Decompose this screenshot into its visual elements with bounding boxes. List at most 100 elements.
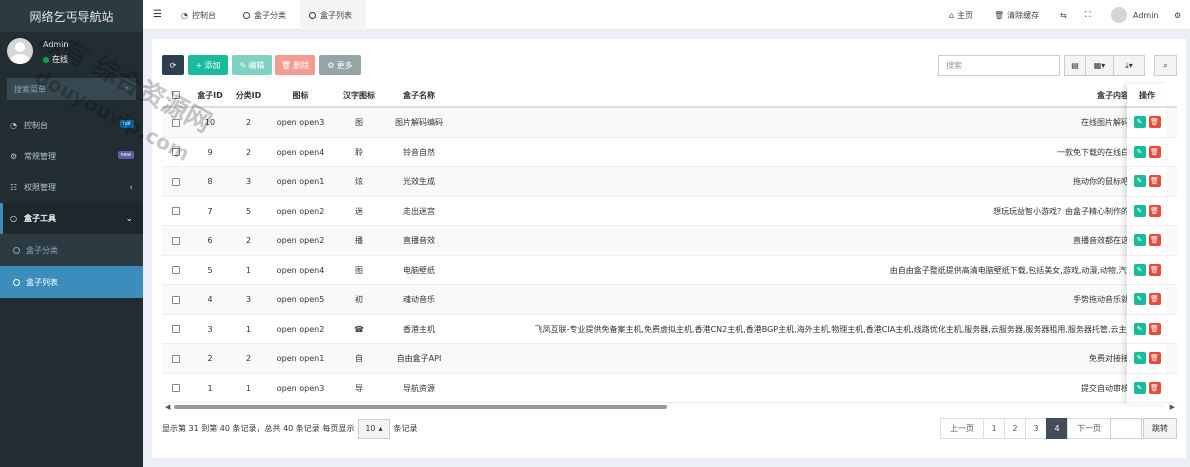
table-row[interactable]: 3 1 open open2 ☎ 香港主机 飞凤互联-专业提供免备案主机,免费虚拟主机,香… <box>162 315 1177 344</box>
delete-row-icon[interactable]: 🗑 <box>1148 263 1161 276</box>
edit-row-icon[interactable]: ✎ <box>1133 293 1146 306</box>
table-row[interactable]: 4 3 open open5 初 魂动音乐 手势拖动音乐就会 <box>162 285 1177 315</box>
table-row[interactable]: 7 5 open open2 迷 走出迷宫 想玩玩益智小游戏？由盒子精心制作的小 <box>162 197 1177 226</box>
export-button[interactable]: ⤓▾ <box>1113 55 1145 76</box>
tab-box-list[interactable]: 盒子列表 <box>300 0 366 30</box>
scroll-right-icon[interactable]: ▶ <box>1170 403 1175 411</box>
column-header[interactable]: 盒子名称 <box>384 84 454 106</box>
current-page-button[interactable]: 4 <box>1046 418 1068 439</box>
edit-button[interactable]: ✎ 编辑 <box>232 55 272 75</box>
tab-dashboard[interactable]: ◔ 控制台 <box>173 0 235 30</box>
delete-row-icon[interactable]: 🗑 <box>1148 322 1161 335</box>
scroll-left-icon[interactable]: ◀ <box>165 403 170 411</box>
table-row[interactable]: 6 2 open open2 播 直播音效 直播音效都在这里 <box>162 226 1177 256</box>
column-header[interactable]: 汉字图标 <box>334 84 384 106</box>
tab-label: 控制台 <box>191 10 216 20</box>
edit-row-icon[interactable]: ✎ <box>1133 322 1146 335</box>
trash-icon: 🗑 <box>280 60 292 70</box>
select-all-checkbox[interactable] <box>162 84 190 106</box>
horizontal-scrollbar[interactable]: ◀ ▶ <box>162 403 1177 411</box>
delete-row-icon[interactable]: 🗑 <box>1148 204 1161 217</box>
table-row[interactable]: 1 1 open open3 导 导航资源 提交自动审核添 <box>162 374 1177 403</box>
sidebar-item-general[interactable]: ⚙ 常规管理 new <box>0 141 143 172</box>
table-row[interactable]: 9 2 open open4 聆 铃音自然 一款免下载的在线白噪 <box>162 138 1177 167</box>
page-button[interactable]: 1 <box>983 418 1005 439</box>
page-button[interactable]: 3 <box>1025 418 1047 439</box>
checkbox[interactable] <box>172 295 180 304</box>
checkbox[interactable] <box>172 266 180 274</box>
search-button[interactable]: ⌕ <box>1154 55 1177 76</box>
scrollbar-thumb[interactable] <box>174 405 667 409</box>
dashboard-icon: ◔ <box>181 10 188 20</box>
edit-row-icon[interactable]: ✎ <box>1133 204 1146 217</box>
table-row[interactable]: 8 3 open open1 炫 光效生成 拖动你的鼠标吧！ <box>162 167 1177 197</box>
checkbox[interactable] <box>172 207 180 215</box>
delete-row-icon[interactable]: 🗑 <box>1148 175 1161 188</box>
delete-row-icon[interactable]: 🗑 <box>1148 234 1161 247</box>
pencil-icon: ✎ <box>239 60 247 70</box>
checkbox[interactable] <box>172 354 180 363</box>
edit-row-icon[interactable]: ✎ <box>1133 381 1146 394</box>
jump-button[interactable]: 跳转 <box>1143 418 1177 439</box>
prev-page-button[interactable]: 上一页 <box>940 418 984 439</box>
more-button[interactable]: ⚙ 更多 <box>319 55 361 75</box>
next-page-button[interactable]: 下一页 <box>1067 418 1111 439</box>
sidebar-item-box-category[interactable]: 盒子分类 <box>0 234 143 266</box>
column-header[interactable]: 盒子内容 <box>454 84 1137 106</box>
fullscreen-icon[interactable]: ⛶ <box>1085 0 1091 30</box>
app-logo[interactable]: 网络乞丐导航站 <box>0 0 143 32</box>
view-toggle-button[interactable]: ▤ <box>1064 55 1086 76</box>
table-row[interactable]: 2 2 open open1 自 自由盒子API 免费对接接口 <box>162 344 1177 374</box>
edit-row-icon[interactable]: ✎ <box>1133 263 1146 276</box>
checkbox[interactable] <box>172 177 180 186</box>
clear-cache-button[interactable]: 🗑 清除缓存 <box>994 0 1039 30</box>
add-button[interactable]: + 添加 <box>188 55 228 75</box>
search-icon[interactable]: ⌕ <box>125 84 129 94</box>
page-size-select[interactable]: 10 ▴ <box>358 418 390 439</box>
columns-icon: ▦▾ <box>1093 61 1106 70</box>
checkbox[interactable] <box>172 384 180 392</box>
edit-row-icon[interactable]: ✎ <box>1133 352 1146 365</box>
column-header[interactable]: 图标 <box>267 84 334 106</box>
column-header[interactable]: 盒子ID <box>190 84 230 106</box>
edit-row-icon[interactable]: ✎ <box>1133 145 1146 158</box>
user-menu[interactable]: Admin <box>1111 0 1159 30</box>
sidebar-item-box-tools[interactable]: ○ 盒子工具 ⌄ <box>0 203 143 234</box>
table-row[interactable]: 10 2 open open3 图 图片解码编码 在线图片解码编 <box>162 108 1177 138</box>
table-row[interactable]: 5 1 open open4 图 电脑壁纸 由自由盒子整纸提供高清电脑壁纸下载,包括美女,… <box>162 256 1177 285</box>
checkbox[interactable] <box>172 236 180 245</box>
columns-button[interactable]: ▦▾ <box>1085 55 1114 76</box>
checkbox[interactable] <box>172 118 180 127</box>
cell-content: 手势拖动音乐就会 <box>1073 295 1137 304</box>
jump-page-input[interactable] <box>1110 418 1142 439</box>
table-body: 10 2 open open3 图 图片解码编码 在线图片解码编 9 2 open open4 聆… <box>162 108 1177 403</box>
delete-row-icon[interactable]: 🗑 <box>1148 293 1161 306</box>
table-search-input[interactable] <box>938 55 1060 76</box>
edit-row-icon[interactable]: ✎ <box>1133 175 1146 188</box>
page-button[interactable]: 2 <box>1004 418 1026 439</box>
settings-icon[interactable]: ⚙ <box>1174 0 1181 30</box>
column-header[interactable]: 分类ID <box>230 84 267 106</box>
home-link[interactable]: ⌂ 主页 <box>949 0 973 30</box>
delete-row-icon[interactable]: 🗑 <box>1148 381 1161 394</box>
sidebar-item-box-list[interactable]: 盒子列表 <box>0 266 143 298</box>
cell-name: 香港主机 <box>403 324 435 334</box>
delete-row-icon[interactable]: 🗑 <box>1148 352 1161 365</box>
sidebar-item-permissions[interactable]: ☷ 权限管理 ‹ <box>0 172 143 203</box>
checkbox[interactable] <box>172 325 180 333</box>
edit-row-icon[interactable]: ✎ <box>1133 234 1146 247</box>
sidebar-item-label: 常规管理 <box>24 152 56 161</box>
sidebar-item-dashboard[interactable]: ◔ 控制台 hot <box>0 110 143 141</box>
cell-char: ☎ <box>354 324 364 334</box>
delete-button[interactable]: 🗑 删除 <box>275 55 315 75</box>
tab-box-category[interactable]: 盒子分类 <box>235 0 300 30</box>
translate-icon[interactable]: ⇆ <box>1060 0 1067 30</box>
menu-toggle-icon[interactable]: ☰ <box>153 9 162 20</box>
checkbox[interactable] <box>172 91 180 99</box>
sidebar-search-input[interactable] <box>14 84 114 94</box>
edit-row-icon[interactable]: ✎ <box>1133 116 1146 129</box>
refresh-button[interactable]: ⟳ <box>162 55 184 75</box>
checkbox[interactable] <box>172 148 180 156</box>
delete-row-icon[interactable]: 🗑 <box>1148 145 1161 158</box>
delete-row-icon[interactable]: 🗑 <box>1148 116 1161 129</box>
